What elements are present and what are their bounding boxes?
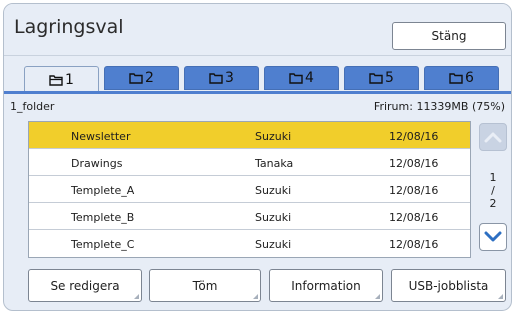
file-row[interactable]: Templete_A Suzuki 12/08/16 — [29, 176, 470, 203]
file-date: 12/08/16 — [389, 238, 439, 251]
information-button-label: Information — [291, 278, 361, 293]
tab-folder-2[interactable]: 2 — [104, 66, 179, 90]
tab-divider — [4, 91, 511, 94]
tab-folder-6[interactable]: 6 — [424, 66, 499, 90]
file-date: 12/08/16 — [389, 157, 439, 170]
folder-icon — [129, 72, 143, 84]
tab-label: 2 — [145, 70, 154, 86]
chevron-up-icon — [484, 128, 502, 147]
page-current: 1 — [489, 171, 497, 184]
close-button[interactable]: Stäng — [392, 22, 506, 50]
edit-button[interactable]: Se redigera — [28, 269, 142, 302]
folder-name: 1_folder — [10, 100, 55, 113]
corner-mark — [253, 294, 258, 299]
dialog-title: Lagringsval — [14, 16, 124, 38]
page-total: 2 — [489, 197, 497, 210]
file-row[interactable]: Templete_C Suzuki 12/08/16 — [29, 230, 470, 257]
tab-label: 3 — [225, 70, 234, 86]
folder-open-icon — [49, 74, 63, 86]
file-name: Drawings — [71, 157, 123, 170]
empty-button-label: Töm — [192, 278, 218, 293]
tab-folder-5[interactable]: 5 — [344, 66, 419, 90]
page-separator: / — [491, 184, 495, 197]
scroll-up-button[interactable] — [479, 123, 507, 151]
file-owner: Suzuki — [255, 184, 292, 197]
file-owner: Suzuki — [255, 130, 292, 143]
tab-label: 5 — [385, 70, 394, 86]
tab-label: 1 — [65, 71, 74, 88]
storage-dialog: Lagringsval Stäng 1 2 3 4 5 6 1_folder F… — [3, 3, 512, 311]
tab-folder-3[interactable]: 3 — [184, 66, 259, 90]
corner-mark — [375, 294, 380, 299]
file-owner: Tanaka — [255, 157, 294, 170]
tab-folder-1[interactable]: 1 — [24, 66, 99, 92]
scroll-down-button[interactable] — [479, 223, 507, 251]
tab-label: 4 — [305, 70, 314, 86]
file-name: Templete_C — [71, 238, 135, 251]
free-space: Frirum: 11339MB (75%) — [373, 100, 505, 113]
folder-tabs: 1 2 3 4 5 6 — [24, 66, 504, 92]
file-name: Templete_B — [71, 211, 135, 224]
title-bar: Lagringsval Stäng — [4, 4, 511, 56]
file-name: Newsletter — [71, 130, 131, 143]
file-row[interactable]: Drawings Tanaka 12/08/16 — [29, 149, 470, 176]
file-owner: Suzuki — [255, 238, 292, 251]
file-row[interactable]: Newsletter Suzuki 12/08/16 — [29, 122, 470, 149]
corner-mark — [498, 294, 503, 299]
folder-icon — [289, 72, 303, 84]
chevron-down-icon — [484, 228, 502, 247]
usb-job-list-label: USB-jobblista — [408, 278, 489, 293]
corner-mark — [134, 294, 139, 299]
information-button[interactable]: Information — [269, 269, 383, 302]
file-owner: Suzuki — [255, 211, 292, 224]
empty-button[interactable]: Töm — [149, 269, 261, 302]
file-date: 12/08/16 — [389, 130, 439, 143]
file-name: Templete_A — [71, 184, 135, 197]
file-list: Newsletter Suzuki 12/08/16 Drawings Tana… — [28, 121, 471, 258]
folder-icon — [209, 72, 223, 84]
file-date: 12/08/16 — [389, 211, 439, 224]
folder-icon — [369, 72, 383, 84]
usb-job-list-button[interactable]: USB-jobblista — [391, 269, 506, 302]
tab-folder-4[interactable]: 4 — [264, 66, 339, 90]
folder-icon — [449, 72, 463, 84]
tab-label: 6 — [465, 70, 474, 86]
edit-button-label: Se redigera — [50, 278, 120, 293]
file-date: 12/08/16 — [389, 184, 439, 197]
file-row[interactable]: Templete_B Suzuki 12/08/16 — [29, 203, 470, 230]
page-indicator: 1 / 2 — [479, 171, 507, 210]
